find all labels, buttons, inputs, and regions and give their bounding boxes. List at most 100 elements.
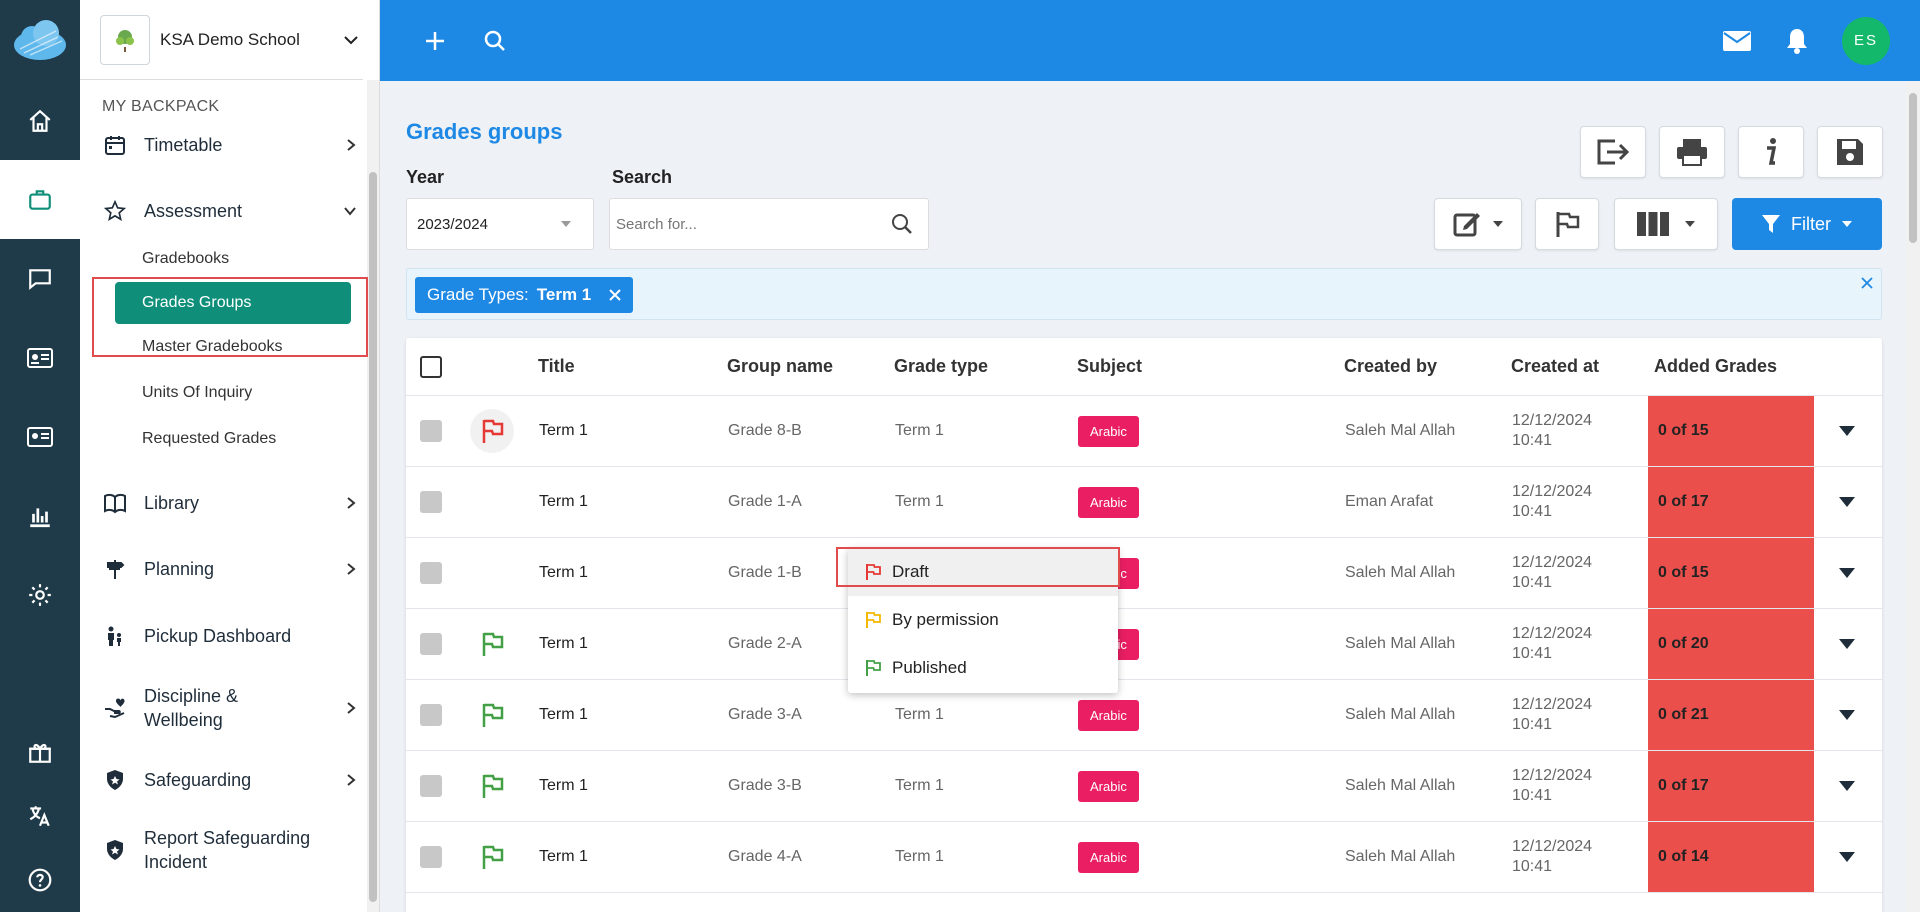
rail-contacts[interactable] [0,397,80,476]
nav-label-line1: Discipline & [144,686,239,706]
rail-id-card[interactable] [0,318,80,397]
row-checkbox[interactable] [420,704,442,726]
row-expand-button[interactable] [1838,822,1856,892]
row-checkbox[interactable] [420,491,442,513]
table-row[interactable]: Term 1 Grade 3-B Term 1 Arabic Saleh Mal All… [406,751,1882,822]
add-button[interactable] [405,0,465,81]
nav-planning[interactable]: Planning [80,544,379,594]
nav-timetable[interactable]: Timetable [80,120,379,170]
nav-discipline[interactable]: Discipline & Wellbeing [80,679,379,737]
highlight-box-draft [836,547,1120,587]
row-expand-button[interactable] [1838,609,1856,679]
mail-icon[interactable] [1722,29,1752,53]
row-checkbox[interactable] [420,775,442,797]
status-option-by-permission[interactable]: By permission [848,596,1118,644]
table-row[interactable]: Term 1Grade 2-ATerm 1ArabicSaleh Mal All… [406,609,1882,680]
row-expand-button[interactable] [1838,396,1856,466]
cell-created-at: 12/12/2024 10:41 [1512,609,1592,679]
header-group-name[interactable]: Group name [727,338,833,395]
cell-title[interactable]: Term 1 [539,396,588,466]
select-all-checkbox[interactable] [420,355,442,378]
table-row[interactable]: Term 1 Grade 8-B Term 1 Arabic Saleh Mal All… [406,396,1882,467]
sidebar-scrollbar[interactable] [367,80,379,912]
search-button[interactable] [465,0,525,81]
rail-backpack[interactable] [0,160,80,239]
main-scrollbar[interactable] [1906,81,1920,912]
sub-requested-grades[interactable]: Requested Grades [80,416,379,462]
sidebar-scroll-thumb[interactable] [369,172,377,902]
nav-pickup-dashboard[interactable]: Pickup Dashboard [80,611,379,661]
nav-safeguarding[interactable]: Safeguarding [80,755,379,805]
table-row[interactable]: Term 1 Grade 4-A Term 1 Arabic Saleh Mal All… [406,822,1882,893]
row-checkbox[interactable] [420,846,442,868]
row-select-cell [420,680,442,750]
info-button[interactable] [1738,126,1804,178]
cell-created-at: 12/12/2024 10:41 [1512,680,1592,750]
green-flag-icon [482,774,504,798]
cell-title[interactable]: Term 1 [539,680,588,750]
page-title: Grades groups [406,119,563,144]
filter-button[interactable]: Filter [1732,198,1882,250]
cell-title[interactable]: Term 1 [539,751,588,821]
row-expand-button[interactable] [1838,680,1856,750]
edit-dropdown-button[interactable] [1434,198,1522,250]
cell-title[interactable]: Term 1 [539,822,588,892]
filter-chip[interactable]: Grade Types: Term 1 [415,277,634,313]
header-grade-type[interactable]: Grade type [894,338,988,395]
table-row[interactable]: Term 1 Grade 3-A Term 1 Arabic Saleh Mal All… [406,680,1882,751]
table-row[interactable]: Term 1Grade 1-BTerm 1ArabicSaleh Mal All… [406,538,1882,609]
row-expand-button[interactable] [1838,538,1856,608]
search-icon[interactable] [890,212,914,236]
status-cell [470,609,514,679]
header-created-by[interactable]: Created by [1344,338,1437,395]
rail-reports[interactable] [0,476,80,555]
app-logo[interactable] [0,0,80,81]
header-subject[interactable]: Subject [1077,338,1142,395]
year-select[interactable]: 2023/2024 [406,198,594,250]
status-flag-button[interactable] [470,409,514,453]
header-title[interactable]: Title [538,338,575,395]
print-button[interactable] [1659,126,1725,178]
rail-help[interactable] [0,848,80,912]
cell-grade-type: Term 1 [895,848,944,865]
bell-icon[interactable] [1784,27,1810,55]
school-switcher[interactable]: KSA Demo School [80,0,363,80]
cell-title[interactable]: Term 1 [539,609,588,679]
rail-home[interactable] [0,81,80,160]
created-date: 12/12/2024 [1512,696,1593,713]
flag-button[interactable] [1535,198,1599,250]
status-option-published[interactable]: Published [848,644,1118,692]
status-flag-button[interactable] [470,844,514,870]
row-checkbox[interactable] [420,633,442,655]
main-scroll-thumb[interactable] [1909,93,1917,243]
rail-translate[interactable] [0,784,80,848]
sub-units-of-inquiry[interactable]: Units Of Inquiry [80,370,379,416]
row-checkbox[interactable] [420,420,442,442]
cell-title[interactable]: Term 1 [539,538,588,608]
export-button[interactable] [1580,126,1646,178]
status-flag-button[interactable] [470,631,514,657]
search-input[interactable] [616,215,890,233]
nav-library[interactable]: Library [80,478,379,528]
sub-gradebooks[interactable]: Gradebooks [80,236,379,282]
nav-report-safeguarding[interactable]: Report Safeguarding Incident [80,821,379,879]
rail-settings[interactable] [0,555,80,634]
status-flag-button[interactable] [470,773,514,799]
table-row[interactable]: Term 1 Grade 1-A Term 1 Arabic Eman Arafat 12… [406,467,1882,538]
clear-filters-icon[interactable] [1861,277,1873,289]
nav-assessment[interactable]: Assessment [80,186,379,236]
header-added-grades[interactable]: Added Grades [1654,338,1777,395]
rail-messages[interactable] [0,239,80,318]
info-icon [1767,138,1777,165]
cell-title[interactable]: Term 1 [539,467,588,537]
row-expand-button[interactable] [1838,751,1856,821]
close-icon[interactable] [609,289,621,301]
row-checkbox[interactable] [420,562,442,584]
user-avatar[interactable]: ES [1842,16,1890,65]
save-button[interactable] [1817,126,1883,178]
columns-dropdown-button[interactable] [1614,198,1718,250]
row-expand-button[interactable] [1838,467,1856,537]
rail-gift[interactable] [0,720,80,784]
status-flag-button[interactable] [470,702,514,728]
header-created-at[interactable]: Created at [1511,338,1599,395]
